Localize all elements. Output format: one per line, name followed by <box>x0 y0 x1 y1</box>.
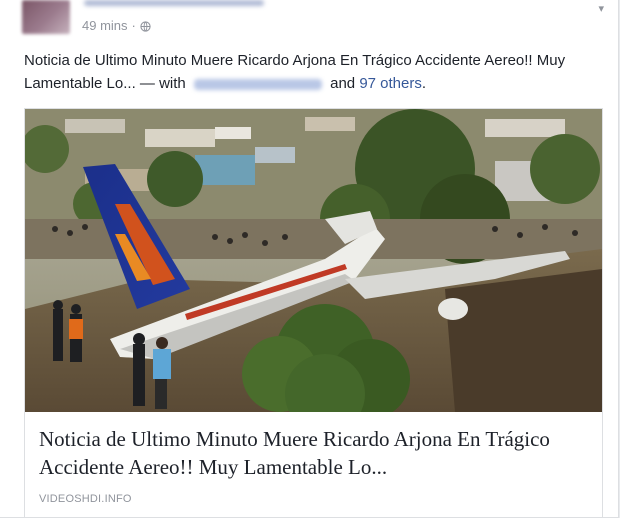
airplane-crash-photo[interactable] <box>25 109 602 412</box>
link-card-title[interactable]: Noticia de Ultimo Minuto Muere Ricardo A… <box>39 425 584 481</box>
globe-icon[interactable] <box>140 20 151 32</box>
tagged-others-link[interactable]: 97 others <box>359 75 422 92</box>
tagged-person-blurred[interactable] <box>193 78 322 90</box>
post-end-text: . <box>421 75 427 92</box>
post-with-text: — with <box>139 75 186 92</box>
facebook-post: 49 mins · ▾ Noticia de Ultimo Minuto Mue… <box>0 0 619 518</box>
link-preview-card[interactable]: Noticia de Ultimo Minuto Muere Ricardo A… <box>24 108 603 518</box>
post-message: Noticia de Ultimo Minuto Muere Ricardo A… <box>24 49 604 95</box>
post-options-chevron-icon[interactable]: ▾ <box>598 2 604 15</box>
post-and-text: and <box>330 75 356 92</box>
post-meta: 49 mins · <box>82 16 151 34</box>
author-name-blurred[interactable] <box>84 0 264 6</box>
post-timestamp[interactable]: 49 mins <box>82 18 128 33</box>
link-card-domain: VIDEOSHDI.INFO <box>39 493 132 505</box>
meta-separator: · <box>131 17 136 33</box>
avatar[interactable] <box>22 0 70 34</box>
